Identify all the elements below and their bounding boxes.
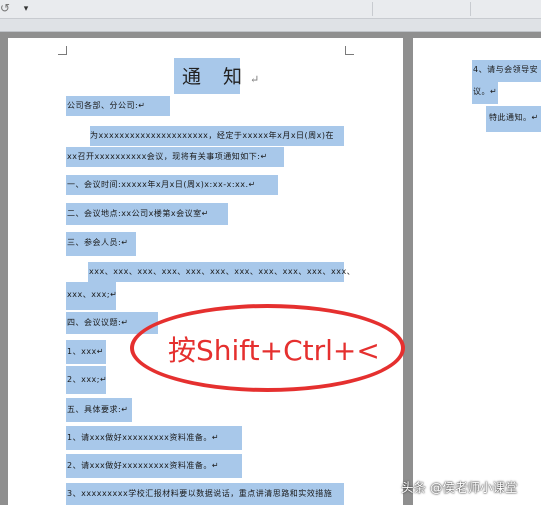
body-line[interactable]: 特此通知。↵ bbox=[489, 112, 539, 124]
body-line[interactable]: 2、xxx;↵ bbox=[67, 374, 107, 386]
body-line[interactable]: 五、具体要求:↵ bbox=[67, 404, 128, 416]
quick-access-toolbar: ↺ ▾ bbox=[0, 0, 541, 19]
paragraph-mark: ↵ bbox=[250, 73, 260, 86]
body-line[interactable]: 1、xxx↵ bbox=[67, 346, 104, 358]
body-line[interactable]: 四、会议议题:↵ bbox=[67, 317, 128, 329]
document-title[interactable]: 通 知↵ bbox=[182, 62, 259, 89]
margin-crop-mark bbox=[345, 46, 354, 55]
body-line[interactable]: xx召开xxxxxxxxxx会议，现将有关事项通知如下:↵ bbox=[67, 151, 268, 163]
shortcut-callout-text: 按Shift+Ctrl+< bbox=[168, 334, 380, 367]
ruler-bar bbox=[0, 19, 541, 32]
toolbar-separator bbox=[372, 2, 373, 16]
body-line[interactable]: xxx、xxx;↵ bbox=[67, 289, 117, 301]
body-line[interactable]: 议。↵ bbox=[473, 86, 497, 98]
body-line[interactable]: 三、参会人员:↵ bbox=[67, 237, 128, 249]
toolbar-separator bbox=[470, 2, 471, 16]
customize-toolbar-dropdown-icon[interactable]: ▾ bbox=[20, 3, 32, 15]
body-line[interactable]: 为xxxxxxxxxxxxxxxxxxxxx，经定于xxxxx年x月x日(周x)… bbox=[90, 130, 334, 142]
body-line[interactable]: 1、请xxx做好xxxxxxxxx资料准备。↵ bbox=[67, 432, 219, 444]
undo-icon[interactable]: ↺ bbox=[0, 1, 10, 15]
body-line[interactable]: 一、会议时间:xxxxx年x月x日(周x)x:xx-x:xx.↵ bbox=[67, 179, 256, 191]
document-title-text: 通 知 bbox=[182, 66, 251, 88]
body-line[interactable]: 3、xxxxxxxxx学校汇报材料要以数据说话，重点讲清思路和实效措施 bbox=[67, 488, 332, 500]
source-watermark: 头条 @侯老师小课堂 bbox=[401, 480, 518, 495]
body-line[interactable]: 4、请与会领导安 bbox=[473, 64, 538, 76]
body-line[interactable]: 二、会议地点:xx公司x楼第x会议室↵ bbox=[67, 208, 209, 220]
body-line[interactable]: xxx、xxx、xxx、xxx、xxx、xxx、xxx、xxx、xxx、xxx、… bbox=[89, 266, 355, 278]
body-line[interactable]: 2、请xxx做好xxxxxxxxx资料准备。↵ bbox=[67, 460, 219, 472]
body-line[interactable]: 公司各部、分公司:↵ bbox=[67, 100, 145, 112]
margin-crop-mark bbox=[58, 46, 67, 55]
